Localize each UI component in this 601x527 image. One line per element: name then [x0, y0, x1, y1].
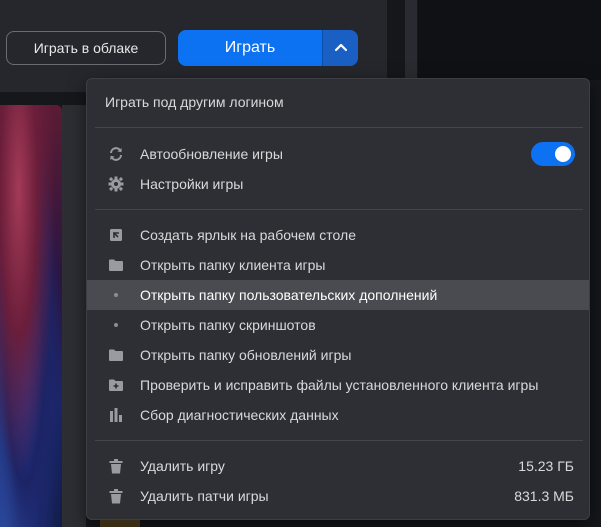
play-button[interactable]: Играть: [178, 30, 322, 66]
patches-size: 831.3 МБ: [514, 488, 574, 504]
menu-item-label: Автообновление игры: [140, 146, 283, 162]
menu-item-label: Создать ярлык на рабочем столе: [140, 227, 356, 243]
trash-icon: [107, 487, 125, 505]
cloud-play-button[interactable]: Играть в облаке: [6, 31, 166, 65]
menu-item-label: Удалить игру: [140, 458, 225, 474]
dot-icon: [107, 316, 125, 334]
menu-item-label: Открыть папку скриншотов: [140, 317, 316, 333]
menu-item-open-addons-folder[interactable]: Открыть папку пользовательских дополнени…: [87, 280, 589, 310]
menu-item-label: Удалить патчи игры: [140, 488, 269, 504]
menu-item-label: Сбор диагностических данных: [140, 407, 339, 423]
trash-icon: [107, 457, 125, 475]
menu-item-uninstall-game[interactable]: Удалить игру 15.23 ГБ: [87, 451, 589, 481]
menu-item-diagnostics[interactable]: Сбор диагностических данных: [87, 400, 589, 430]
menu-item-settings[interactable]: Настройки игры: [87, 169, 589, 199]
menu-item-open-screenshots-folder[interactable]: Открыть папку скриншотов: [87, 310, 589, 340]
menu-item-login[interactable]: Играть под другим логином: [87, 87, 589, 117]
play-options-menu: Играть под другим логином Автообновление…: [86, 78, 590, 520]
right-panel: [418, 0, 601, 80]
game-artwork: [0, 105, 62, 527]
artwork-frame: [62, 105, 86, 527]
gear-icon: [107, 175, 125, 193]
menu-item-label: Открыть папку клиента игры: [140, 257, 326, 273]
menu-item-repair-files[interactable]: Проверить и исправить файлы установленно…: [87, 370, 589, 400]
folder-icon: [107, 256, 125, 274]
menu-item-open-client-folder[interactable]: Открыть папку клиента игры: [87, 250, 589, 280]
toggle-knob: [555, 146, 571, 162]
menu-item-open-updates-folder[interactable]: Открыть папку обновлений игры: [87, 340, 589, 370]
menu-item-create-shortcut[interactable]: Создать ярлык на рабочем столе: [87, 220, 589, 250]
menu-item-uninstall-patches[interactable]: Удалить патчи игры 831.3 МБ: [87, 481, 589, 511]
divider: [95, 209, 583, 210]
menu-item-label: Открыть папку обновлений игры: [140, 347, 352, 363]
divider: [95, 440, 583, 441]
dot-icon: [107, 286, 125, 304]
auto-update-toggle[interactable]: [531, 142, 575, 166]
folder-icon: [107, 346, 125, 364]
refresh-icon: [107, 145, 125, 163]
window-edge: [405, 0, 417, 80]
game-size: 15.23 ГБ: [518, 458, 574, 474]
menu-item-label: Настройки игры: [140, 176, 244, 192]
menu-item-label: Играть под другим логином: [105, 94, 284, 110]
bar-chart-icon: [107, 406, 125, 424]
divider: [95, 127, 583, 128]
menu-item-label: Проверить и исправить файлы установленно…: [140, 377, 539, 393]
play-options-toggle[interactable]: [322, 30, 358, 66]
shortcut-icon: [107, 226, 125, 244]
folder-plus-icon: [107, 376, 125, 394]
menu-item-label: Открыть папку пользовательских дополнени…: [140, 287, 438, 303]
chevron-up-icon: [334, 39, 348, 57]
menu-item-auto-update[interactable]: Автообновление игры: [87, 139, 589, 169]
